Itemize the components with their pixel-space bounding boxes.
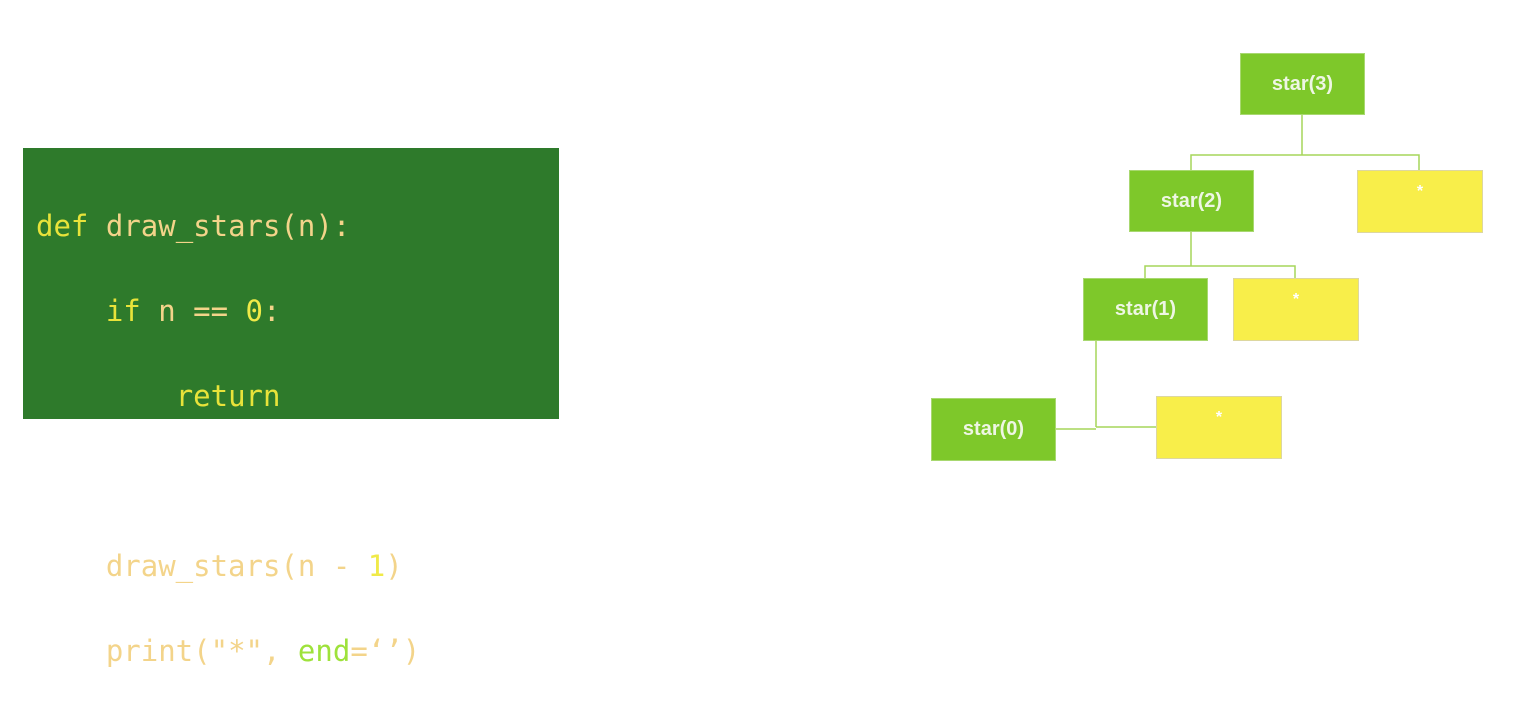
print-args: ("*", bbox=[193, 633, 298, 668]
code-line-5: draw_stars(n - 1) bbox=[36, 545, 559, 588]
code-line-6: print("*", end=‘’) bbox=[36, 630, 559, 673]
call-args: (n - bbox=[280, 548, 368, 583]
call-node-star0: star(0) bbox=[931, 398, 1056, 461]
output-node-3: * bbox=[1156, 396, 1282, 459]
output-node-2: * bbox=[1233, 278, 1359, 341]
end-value: =‘’) bbox=[350, 633, 421, 668]
close-paren: ) bbox=[385, 548, 403, 583]
connector-star2 bbox=[1144, 232, 1296, 278]
call-node-star1: star(1) bbox=[1083, 278, 1208, 341]
connector-star3 bbox=[1190, 115, 1420, 170]
keyword-end: end bbox=[297, 633, 351, 668]
number-one: 1 bbox=[367, 548, 386, 583]
call-node-star3: star(3) bbox=[1240, 53, 1365, 115]
connector-star1 bbox=[1056, 341, 1156, 430]
recursive-call: draw_stars bbox=[105, 548, 281, 583]
call-node-star2: star(2) bbox=[1129, 170, 1254, 232]
print-call: print bbox=[105, 633, 194, 668]
output-node-1: * bbox=[1357, 170, 1483, 233]
